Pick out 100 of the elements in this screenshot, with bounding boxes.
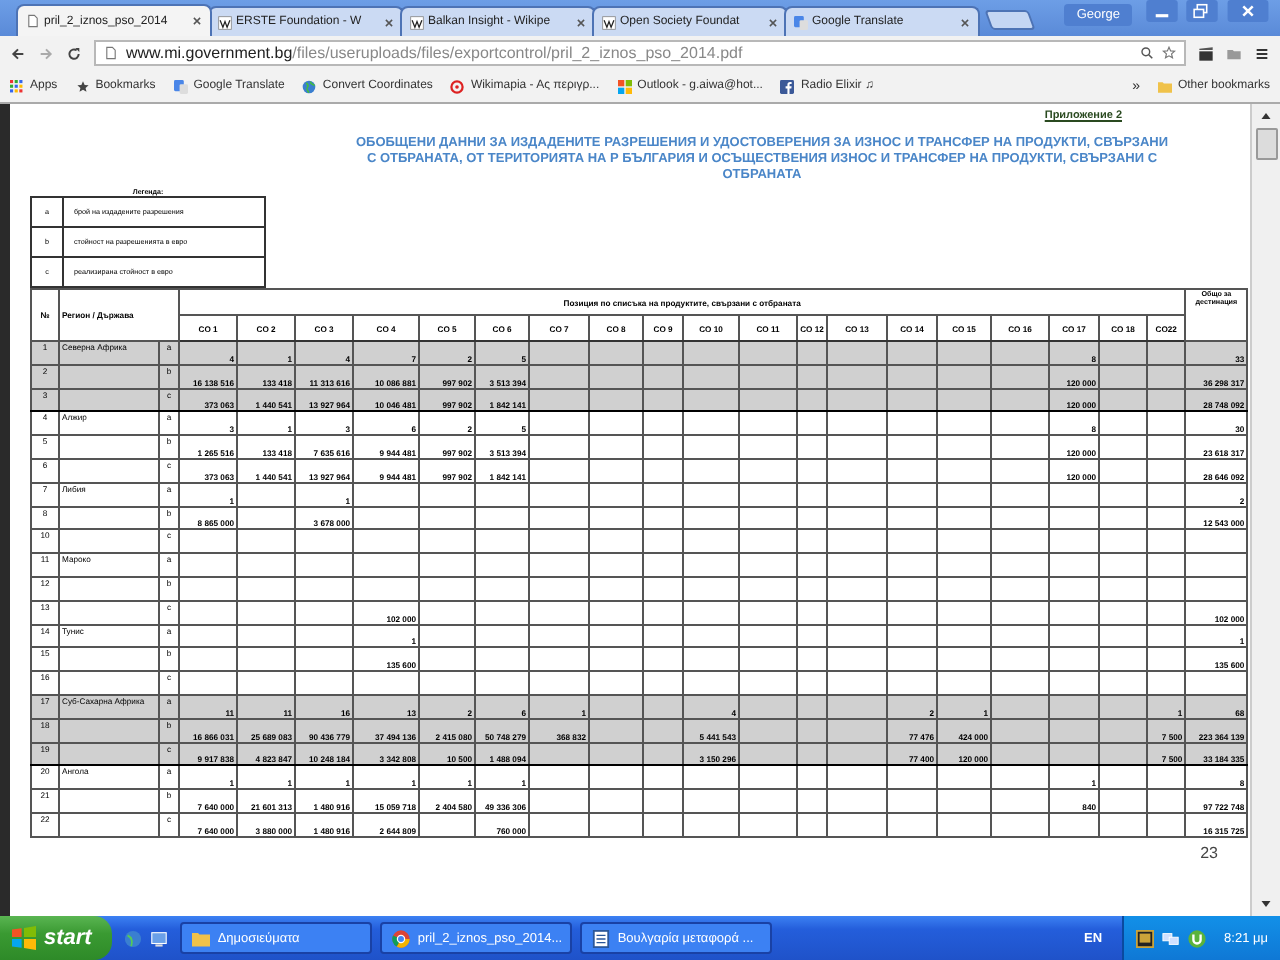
table-cell <box>475 671 530 695</box>
scrollbar-thumb[interactable] <box>1255 128 1277 160</box>
table-cell <box>295 576 354 601</box>
table-cell <box>1147 435 1186 459</box>
table-cell <box>529 553 590 577</box>
clapperboard-icon[interactable] <box>1198 45 1214 61</box>
table-cell <box>1185 553 1248 577</box>
table-cell <box>59 600 159 625</box>
table-cell <box>529 789 590 813</box>
table-cell <box>237 529 296 554</box>
network-icon[interactable] <box>1162 929 1181 947</box>
table-cell <box>295 624 354 648</box>
zoom-icon[interactable] <box>1140 46 1154 60</box>
star-icon[interactable] <box>1162 46 1176 60</box>
globe-icon[interactable] <box>123 929 142 947</box>
table-cell <box>59 435 159 459</box>
table-cell <box>643 789 684 813</box>
table-cell <box>237 576 296 601</box>
table-cell <box>797 435 828 459</box>
table-cell <box>797 647 828 672</box>
table-cell <box>419 482 476 507</box>
table-cell <box>475 647 530 672</box>
table-cell <box>683 647 740 672</box>
table-cell <box>937 482 992 507</box>
table-cell <box>419 647 476 672</box>
close-icon[interactable] <box>576 17 586 27</box>
table-cell <box>59 718 159 743</box>
browser-icon <box>391 929 410 947</box>
scrollbar[interactable] <box>1250 104 1280 916</box>
table-cell <box>419 812 476 837</box>
table-cell <box>1049 482 1100 507</box>
table-cell <box>937 812 992 837</box>
table-cell <box>683 812 740 837</box>
table-cell <box>1147 671 1186 695</box>
table-cell <box>475 529 530 554</box>
table-cell <box>59 506 159 530</box>
minimize-icon[interactable] <box>1144 0 1180 22</box>
table-cell <box>589 789 644 813</box>
table-cell <box>1147 576 1186 601</box>
table-cell <box>683 553 740 577</box>
table-cell <box>991 482 1050 507</box>
menu-icon[interactable] <box>1254 45 1270 61</box>
close-icon[interactable] <box>192 16 202 26</box>
close-icon[interactable] <box>1224 0 1272 22</box>
table-cell <box>827 789 888 813</box>
close-icon[interactable] <box>768 17 778 27</box>
up-arrow-icon[interactable] <box>1260 110 1272 122</box>
table-cell <box>683 411 740 436</box>
table-cell <box>887 411 938 436</box>
close-icon[interactable] <box>384 17 394 27</box>
table-cell <box>827 765 888 790</box>
table-cell <box>739 765 798 790</box>
f-letter-icon <box>780 79 795 93</box>
table-cell <box>739 553 798 577</box>
table-cell <box>589 529 644 554</box>
table-cell <box>295 529 354 554</box>
table-cell <box>991 647 1050 672</box>
table-cell <box>59 812 159 837</box>
table-cell <box>353 671 420 695</box>
table-cell <box>353 529 420 554</box>
table-cell <box>827 671 888 695</box>
restore-icon[interactable] <box>1184 0 1220 22</box>
table-cell <box>529 482 590 507</box>
reload-icon[interactable] <box>66 45 82 61</box>
table-cell <box>739 482 798 507</box>
table-cell <box>237 506 296 530</box>
table-cell <box>937 624 992 648</box>
table-cell <box>887 647 938 672</box>
monitor-icon[interactable] <box>1136 929 1155 947</box>
close-icon[interactable] <box>960 17 970 27</box>
table-cell <box>1049 529 1100 554</box>
w-letter-icon <box>218 15 232 29</box>
table-cell <box>1147 458 1186 483</box>
table-cell <box>643 647 684 672</box>
table-cell <box>1147 624 1186 648</box>
table-cell <box>643 812 684 837</box>
new-tab-button[interactable] <box>984 10 1036 30</box>
u-letter-icon[interactable] <box>1188 929 1207 947</box>
translate-icon <box>794 15 808 29</box>
table-cell <box>59 576 159 601</box>
table-cell <box>589 506 644 530</box>
table-cell <box>1099 553 1148 577</box>
start-button[interactable]: start <box>0 916 112 960</box>
back-icon[interactable] <box>10 45 26 61</box>
table-cell <box>475 600 530 625</box>
table-cell <box>1099 600 1148 625</box>
table-cell <box>59 671 159 695</box>
desktop-icon[interactable] <box>149 929 168 947</box>
table-cell <box>643 482 684 507</box>
address-bar[interactable]: www.mi.government.bg/files/useruploads/files/exportcontrol/pril_2_iznos_pso_2014.pdf <box>94 40 1186 66</box>
table-cell <box>589 765 644 790</box>
down-arrow-icon[interactable] <box>1260 898 1272 910</box>
table-cell <box>827 647 888 672</box>
table-cell <box>683 789 740 813</box>
table-cell <box>887 482 938 507</box>
folder-icon[interactable] <box>1226 45 1242 61</box>
table-cell <box>529 529 590 554</box>
table-cell <box>1099 435 1148 459</box>
document-icon <box>591 929 610 947</box>
table-cell <box>683 576 740 601</box>
